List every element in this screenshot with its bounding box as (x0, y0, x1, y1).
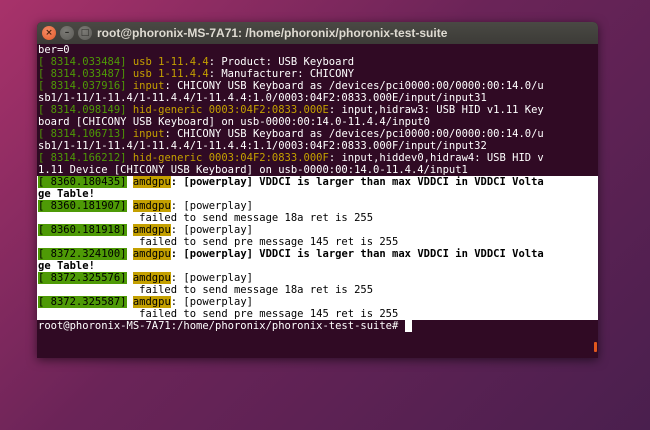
terminal-line: [ 8314.033484] usb 1-11.4.4: Product: US… (37, 56, 598, 68)
line-text: failed to send message 18a ret is 255 (38, 212, 374, 224)
message: : CHICONY USB Keyboard as /devices/pci00… (164, 128, 544, 140)
facility: amdgpu (132, 272, 171, 284)
line-text: ge Table! (38, 188, 95, 200)
terminal-window: × – □ root@phoronix-MS-7A71: /home/phoro… (37, 22, 598, 358)
terminal-line: [ 8360.181918] amdgpu: [powerplay] (37, 224, 598, 236)
minimize-icon[interactable]: – (60, 26, 74, 40)
terminal-line: [ 8360.180435] amdgpu: [powerplay] VDDCI… (37, 176, 598, 188)
message: : [powerplay] VDDCI is larger than max V… (170, 176, 544, 188)
terminal-line: failed to send message 18a ret is 255 (37, 284, 598, 296)
terminal-output[interactable]: ber=0[ 8314.033484] usb 1-11.4.4: Produc… (37, 44, 598, 358)
timestamp: [ 8314.106713] (38, 128, 127, 140)
terminal-line: [ 8372.324100] amdgpu: [powerplay] VDDCI… (37, 248, 598, 260)
terminal-line: failed to send pre message 145 ret is 25… (37, 308, 598, 320)
maximize-icon[interactable]: □ (78, 26, 92, 40)
line-text: failed to send pre message 145 ret is 25… (38, 308, 399, 320)
timestamp: [ 8372.325587] (38, 296, 127, 308)
terminal-line: failed to send message 18a ret is 255 (37, 212, 598, 224)
timestamp: [ 8372.324100] (38, 248, 127, 260)
facility: input (132, 80, 165, 92)
line-text: ge Table! (38, 260, 95, 272)
text-cursor (404, 320, 412, 332)
title-bar[interactable]: × – □ root@phoronix-MS-7A71: /home/phoro… (37, 22, 598, 44)
line-text: sb1/1-11/1-11.4/1-11.4.4/1-11.4.4:1.1/00… (38, 140, 487, 152)
terminal-line: ber=0 (37, 44, 598, 56)
terminal-line: [ 8314.166212] hid-generic 0003:04F2:083… (37, 152, 598, 164)
terminal-line: sb1/1-11/1-11.4/1-11.4.4/1-11.4.4:1.1/00… (37, 140, 598, 152)
terminal-line: [ 8314.106713] input: CHICONY USB Keyboa… (37, 128, 598, 140)
timestamp: [ 8360.181918] (38, 224, 127, 236)
timestamp: [ 8360.180435] (38, 176, 127, 188)
terminal-line: [ 8314.037916] input: CHICONY USB Keyboa… (37, 80, 598, 92)
facility: input (132, 128, 165, 140)
facility: usb 1-11.4.4 (132, 56, 209, 68)
terminal-line: [ 8372.325576] amdgpu: [powerplay] (37, 272, 598, 284)
message: : CHICONY USB Keyboard as /devices/pci00… (164, 80, 544, 92)
timestamp: [ 8314.033487] (38, 68, 127, 80)
close-icon[interactable]: × (42, 26, 56, 40)
line-text: ber=0 (38, 44, 70, 56)
timestamp: [ 8360.181907] (38, 200, 127, 212)
facility: hid-generic 0003:04F2:0833.000E (132, 104, 329, 116)
message: : input,hiddev0,hidraw4: USB HID v (328, 152, 544, 164)
prompt-line[interactable]: root@phoronix-MS-7A71:/home/phoronix/pho… (37, 320, 598, 332)
timestamp: [ 8314.098149] (38, 104, 127, 116)
message: : Product: USB Keyboard (208, 56, 355, 68)
message: : [powerplay] (170, 272, 253, 284)
message: : [powerplay] (170, 200, 253, 212)
timestamp: [ 8314.033484] (38, 56, 127, 68)
timestamp: [ 8314.037916] (38, 80, 127, 92)
terminal-line: sb1/1-11/1-11.4/1-11.4.4/1-11.4.4:1.0/00… (37, 92, 598, 104)
line-text: 1.11 Device [CHICONY USB Keyboard] on us… (38, 164, 468, 176)
terminal-line: failed to send pre message 145 ret is 25… (37, 236, 598, 248)
terminal-line: [ 8314.098149] hid-generic 0003:04F2:083… (37, 104, 598, 116)
window-title: root@phoronix-MS-7A71: /home/phoronix/ph… (97, 26, 448, 40)
message: : [powerplay] (170, 224, 253, 236)
facility: amdgpu (132, 200, 171, 212)
timestamp: [ 8314.166212] (38, 152, 127, 164)
message: : [powerplay] VDDCI is larger than max V… (170, 248, 544, 260)
window-controls: × – □ (42, 26, 92, 40)
terminal-lines: ber=0[ 8314.033484] usb 1-11.4.4: Produc… (37, 44, 598, 320)
terminal-line: [ 8372.325587] amdgpu: [powerplay] (37, 296, 598, 308)
terminal-line: 1.11 Device [CHICONY USB Keyboard] on us… (37, 164, 598, 176)
line-text: failed to send pre message 145 ret is 25… (38, 236, 399, 248)
facility: usb 1-11.4.4 (132, 68, 209, 80)
scrollbar-thumb[interactable] (594, 342, 597, 352)
message: : [powerplay] (170, 296, 253, 308)
line-text: failed to send message 18a ret is 255 (38, 284, 374, 296)
terminal-line: ge Table! (37, 260, 598, 272)
line-text: board [CHICONY USB Keyboard] on usb-0000… (38, 116, 430, 128)
timestamp: [ 8372.325576] (38, 272, 127, 284)
message: : Manufacturer: CHICONY (208, 68, 355, 80)
terminal-line: [ 8360.181907] amdgpu: [powerplay] (37, 200, 598, 212)
terminal-line: board [CHICONY USB Keyboard] on usb-0000… (37, 116, 598, 128)
line-text: sb1/1-11/1-11.4/1-11.4.4/1-11.4.4:1.0/00… (38, 92, 487, 104)
facility: amdgpu (132, 296, 171, 308)
facility: amdgpu (132, 224, 171, 236)
facility: hid-generic 0003:04F2:0833.000F (132, 152, 329, 164)
message: : input,hidraw3: USB HID v1.11 Key (328, 104, 544, 116)
terminal-line: ge Table! (37, 188, 598, 200)
shell-prompt: root@phoronix-MS-7A71:/home/phoronix/pho… (38, 320, 405, 332)
terminal-line: [ 8314.033487] usb 1-11.4.4: Manufacture… (37, 68, 598, 80)
facility: amdgpu (132, 176, 171, 188)
facility: amdgpu (132, 248, 171, 260)
